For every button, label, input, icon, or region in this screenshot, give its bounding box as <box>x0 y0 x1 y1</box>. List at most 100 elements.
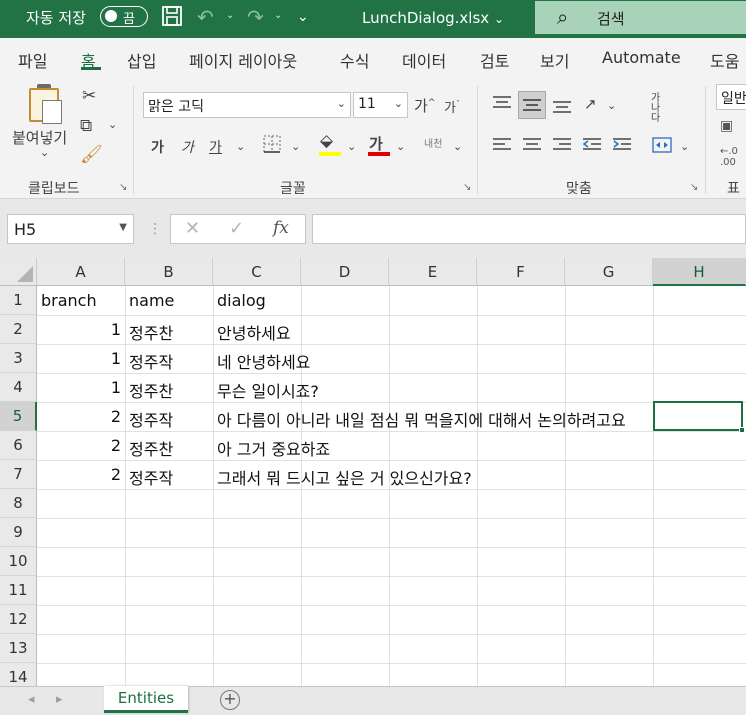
add-sheet-button[interactable]: + <box>220 690 240 710</box>
shrink-font-button[interactable]: 가ˇ <box>444 97 460 116</box>
cell-b4[interactable]: 정주찬 <box>129 374 213 403</box>
redo-dropdown-icon[interactable]: ⌄ <box>274 10 282 21</box>
cell-a5[interactable]: 2 <box>37 403 125 432</box>
cell-a6[interactable]: 2 <box>37 432 125 461</box>
cell-a3[interactable]: 1 <box>37 345 125 374</box>
column-header-g[interactable]: G <box>565 258 653 286</box>
italic-button[interactable]: 가 <box>181 137 194 157</box>
cell-c4[interactable]: 무슨 일이시죠? <box>217 374 319 403</box>
tab-view[interactable]: 보기 <box>540 48 569 72</box>
row-header-10[interactable]: 10 <box>0 547 37 576</box>
cell-a7[interactable]: 2 <box>37 461 125 490</box>
cell-b2[interactable]: 정주찬 <box>129 316 213 345</box>
cell-b7[interactable]: 정주작 <box>129 461 213 490</box>
tab-page-layout[interactable]: 페이지 레이아웃 <box>189 48 297 72</box>
align-bottom-icon[interactable] <box>551 97 573 115</box>
format-painter-icon[interactable]: 🖌 <box>80 144 103 165</box>
cell-c7[interactable]: 그래서 뭐 드시고 싶은 거 있으신가요? <box>217 461 472 490</box>
enter-icon[interactable]: ✓ <box>229 218 244 239</box>
row-header-5[interactable]: 5 <box>0 402 37 431</box>
fill-handle[interactable] <box>739 427 745 433</box>
undo-dropdown-icon[interactable]: ⌄ <box>226 10 234 21</box>
next-sheet-icon[interactable]: ▸ <box>56 692 63 707</box>
orientation-icon[interactable]: ↗ <box>584 95 597 113</box>
row-header-3[interactable]: 3 <box>0 344 37 373</box>
cell-b3[interactable]: 정주작 <box>129 345 213 374</box>
column-header-b[interactable]: B <box>125 258 213 286</box>
cell-a2[interactable]: 1 <box>37 316 125 345</box>
cell-c2[interactable]: 안녕하세요 <box>217 316 291 345</box>
cell-c6[interactable]: 아 그거 중요하죠 <box>217 432 330 461</box>
undo-icon[interactable]: ↶ <box>197 5 214 29</box>
copy-icon[interactable]: ⧉ <box>80 116 92 136</box>
formula-bar-grip-icon[interactable]: ⋮ <box>148 221 162 237</box>
column-header-h[interactable]: H <box>653 258 746 286</box>
underline-button[interactable]: 가 <box>209 137 222 157</box>
search-box[interactable]: ⌕ 검색 <box>535 1 746 34</box>
cancel-icon[interactable]: ✕ <box>185 218 200 239</box>
tab-insert[interactable]: 삽입 <box>127 48 156 72</box>
phonetic-guide-button[interactable]: 내천 <box>424 135 442 150</box>
border-icon[interactable] <box>262 134 282 158</box>
row-header-13[interactable]: 13 <box>0 634 37 663</box>
column-header-a[interactable]: A <box>37 258 125 286</box>
cell-b5[interactable]: 정주작 <box>129 403 213 432</box>
font-size-combo[interactable]: 11 ⌄ <box>353 92 408 118</box>
fill-color-dropdown-icon[interactable]: ⌄ <box>347 140 356 153</box>
font-color-dropdown-icon[interactable]: ⌄ <box>396 140 405 153</box>
tab-automate[interactable]: Automate <box>602 48 681 67</box>
bold-button[interactable]: 가 <box>151 137 164 157</box>
sheet-tab-entities[interactable]: Entities <box>104 686 188 713</box>
active-cell-h5[interactable] <box>653 401 743 431</box>
currency-icon[interactable]: ▣ <box>720 118 733 134</box>
cell-b6[interactable]: 정주찬 <box>129 432 213 461</box>
tab-review[interactable]: 검토 <box>480 48 509 72</box>
save-icon[interactable] <box>161 5 183 32</box>
autosave-toggle[interactable]: 끔 <box>100 6 148 27</box>
row-header-2[interactable]: 2 <box>0 315 37 344</box>
font-launcher-icon[interactable]: ↘ <box>463 182 471 193</box>
paste-button[interactable]: 붙여넣기 <box>12 127 67 148</box>
formula-input[interactable] <box>312 214 746 244</box>
border-dropdown-icon[interactable]: ⌄ <box>291 140 300 153</box>
font-color-button[interactable]: 가 <box>369 133 383 154</box>
tab-file[interactable]: 파일 <box>18 48 47 72</box>
alignment-launcher-icon[interactable]: ↘ <box>690 182 698 193</box>
copy-dropdown-icon[interactable]: ⌄ <box>108 118 117 131</box>
column-header-e[interactable]: E <box>389 258 477 286</box>
increase-decimal-icon[interactable]: ←.0.00 <box>720 146 738 168</box>
font-name-combo[interactable]: 맑은 고딕 ⌄ <box>143 92 351 118</box>
row-header-4[interactable]: 4 <box>0 373 37 402</box>
select-all-button[interactable] <box>0 258 37 286</box>
redo-icon[interactable]: ↷ <box>247 5 264 29</box>
align-middle-icon[interactable] <box>521 96 543 114</box>
customize-toolbar-icon[interactable]: ⌄ <box>297 9 309 25</box>
increase-indent-icon[interactable] <box>611 136 633 154</box>
cell-c3[interactable]: 네 안녕하세요 <box>217 345 310 374</box>
clipboard-launcher-icon[interactable]: ↘ <box>119 182 127 193</box>
row-header-11[interactable]: 11 <box>0 576 37 605</box>
underline-dropdown-icon[interactable]: ⌄ <box>236 140 245 153</box>
column-header-d[interactable]: D <box>301 258 389 286</box>
name-box[interactable]: H5 ▼ <box>7 214 134 244</box>
grow-font-button[interactable]: 가^ <box>414 95 435 116</box>
tab-data[interactable]: 데이터 <box>402 48 446 72</box>
worksheet-grid[interactable]: A B C D E F G H 1 2 3 4 5 6 7 8 9 10 11 … <box>0 258 746 686</box>
cell-a4[interactable]: 1 <box>37 374 125 403</box>
align-right-icon[interactable] <box>551 136 573 154</box>
row-header-9[interactable]: 9 <box>0 518 37 547</box>
merge-dropdown-icon[interactable]: ⌄ <box>680 140 689 153</box>
row-header-7[interactable]: 7 <box>0 460 37 489</box>
align-left-icon[interactable] <box>491 136 513 154</box>
phonetic-dropdown-icon[interactable]: ⌄ <box>453 140 462 153</box>
tab-formulas[interactable]: 수식 <box>340 48 369 72</box>
row-header-12[interactable]: 12 <box>0 605 37 634</box>
row-header-6[interactable]: 6 <box>0 431 37 460</box>
prev-sheet-icon[interactable]: ◂ <box>28 692 35 707</box>
align-top-icon[interactable] <box>491 94 513 112</box>
file-name[interactable]: LunchDialog.xlsx ⌄ <box>362 9 504 27</box>
align-center-icon[interactable] <box>521 136 543 154</box>
tab-help[interactable]: 도움 <box>710 48 739 72</box>
cut-icon[interactable]: ✂ <box>82 86 96 106</box>
column-header-c[interactable]: C <box>213 258 301 286</box>
